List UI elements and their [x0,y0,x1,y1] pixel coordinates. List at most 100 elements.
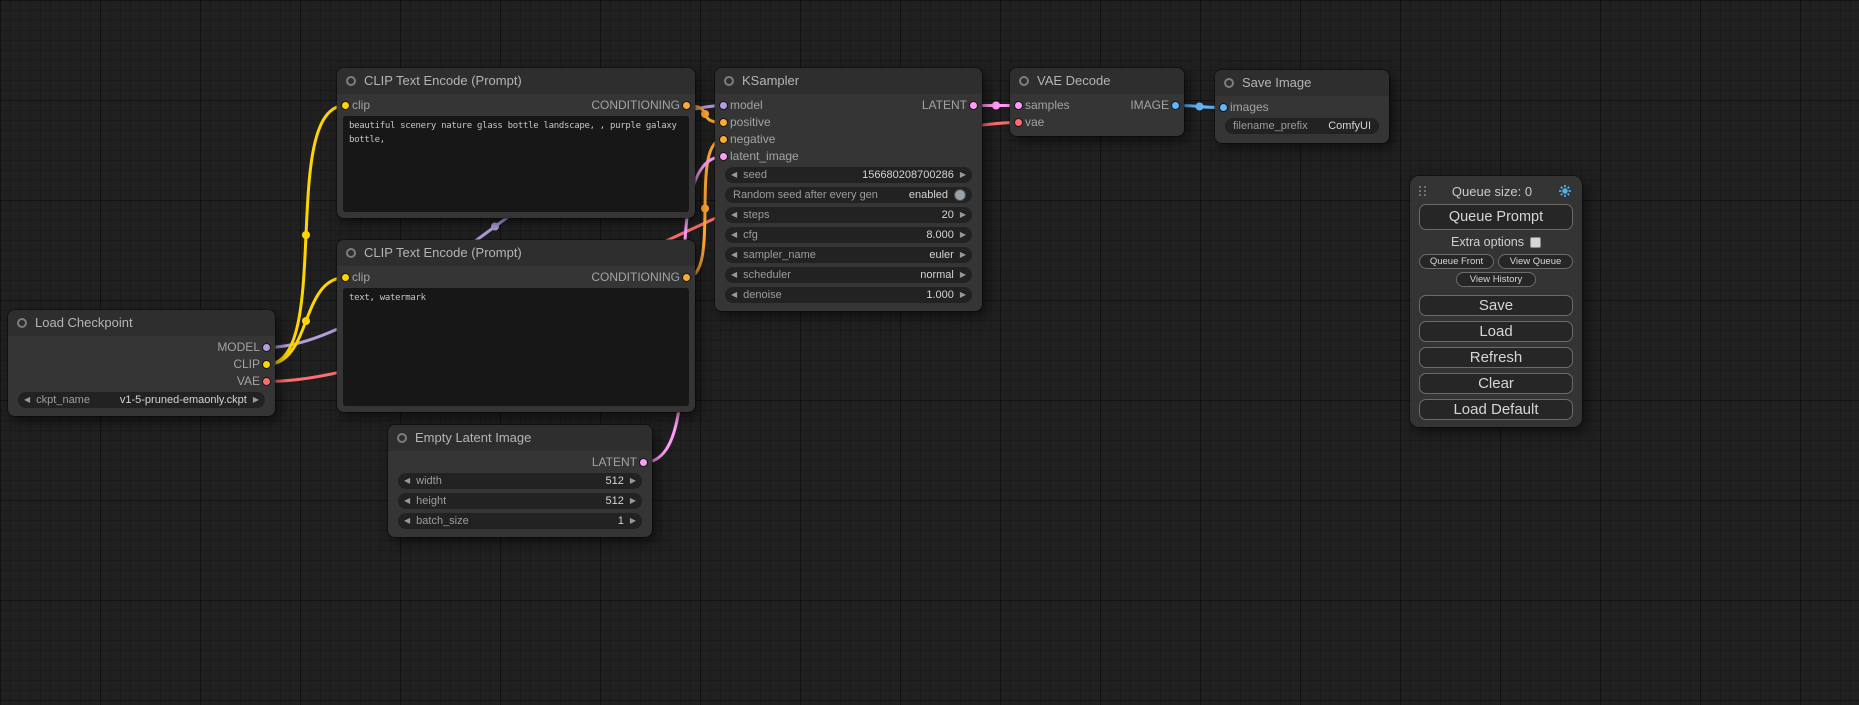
node-clip-text-encode-positive[interactable]: CLIP Text Encode (Prompt) clip CONDITION… [337,68,695,218]
output-dot-vae[interactable] [262,377,271,386]
arrow-left-icon[interactable]: ◀ [404,473,410,489]
output-dot-latent[interactable] [639,458,648,467]
output-slot-label: MODEL [217,339,260,356]
node-load-checkpoint[interactable]: Load Checkpoint MODEL CLIP VAE ◀ ckpt_na… [8,310,275,416]
settings-gear-icon[interactable] [1557,183,1573,199]
arrow-left-icon[interactable]: ◀ [731,287,737,303]
widget-height[interactable]: ◀ height 512 ▶ [398,493,642,509]
widget-label: batch_size [416,515,469,527]
node-title-bar: KSampler [715,68,982,94]
arrow-right-icon[interactable]: ▶ [630,473,636,489]
node-empty-latent-image[interactable]: Empty Latent Image LATENT ◀ width 512 ▶ … [388,425,652,537]
node-vae-decode[interactable]: VAE Decode samples IMAGE vae [1010,68,1184,136]
widget-sampler-name[interactable]: ◀ sampler_name euler ▶ [725,247,972,263]
input-dot-latent-image[interactable] [719,152,728,161]
node-ksampler[interactable]: KSampler model LATENT positive negative … [715,68,982,311]
arrow-left-icon[interactable]: ◀ [731,227,737,243]
node-title-bar: Load Checkpoint [8,310,275,336]
widget-denoise[interactable]: ◀ denoise 1.000 ▶ [725,287,972,303]
widget-scheduler[interactable]: ◀ scheduler normal ▶ [725,267,972,283]
widget-label: seed [743,169,767,181]
arrow-left-icon[interactable]: ◀ [731,247,737,263]
input-dot-clip[interactable] [341,273,350,282]
arrow-right-icon[interactable]: ▶ [960,287,966,303]
input-slot-label: latent_image [730,148,799,165]
input-dot-vae[interactable] [1014,118,1023,127]
input-dot-images[interactable] [1219,103,1228,112]
output-dot-clip[interactable] [262,360,271,369]
node-title-bar: Save Image [1215,70,1389,96]
widget-label: ckpt_name [36,394,90,406]
input-dot-positive[interactable] [719,118,728,127]
output-dot-conditioning[interactable] [682,101,691,110]
arrow-right-icon[interactable]: ▶ [960,267,966,283]
arrow-right-icon[interactable]: ▶ [630,513,636,529]
widget-batch-size[interactable]: ◀ batch_size 1 ▶ [398,513,642,529]
widget-list: ◀ width 512 ▶ ◀ height 512 ▶ ◀ batch_siz… [388,473,652,529]
widget-width[interactable]: ◀ width 512 ▶ [398,473,642,489]
arrow-right-icon[interactable]: ▶ [960,207,966,223]
output-slot-label: VAE [237,373,260,390]
refresh-button[interactable]: Refresh [1419,347,1573,368]
collapse-dot-icon[interactable] [346,76,356,86]
arrow-left-icon[interactable]: ◀ [404,493,410,509]
arrow-right-icon[interactable]: ▶ [960,227,966,243]
input-dot-negative[interactable] [719,135,728,144]
collapse-dot-icon[interactable] [724,76,734,86]
output-dot-conditioning[interactable] [682,273,691,282]
slot-row-samples-image: samples IMAGE [1010,97,1184,114]
input-slot-negative: negative [715,131,982,148]
input-dot-model[interactable] [719,101,728,110]
output-dot-model[interactable] [262,343,271,352]
widget-control-after-generate[interactable]: Random seed after every gen enabled [725,187,972,203]
toggle-dot-icon[interactable] [954,189,966,201]
widget-steps[interactable]: ◀ steps 20 ▶ [725,207,972,223]
input-slot-label: images [1230,99,1269,116]
arrow-right-icon[interactable]: ▶ [630,493,636,509]
queue-front-button[interactable]: Queue Front [1419,254,1494,269]
widget-filename-prefix[interactable]: filename_prefix ComfyUI [1225,118,1379,134]
collapse-dot-icon[interactable] [17,318,27,328]
arrow-right-icon[interactable]: ▶ [253,392,259,408]
node-clip-text-encode-negative[interactable]: CLIP Text Encode (Prompt) clip CONDITION… [337,240,695,412]
queue-prompt-button[interactable]: Queue Prompt [1419,204,1573,230]
collapse-dot-icon[interactable] [1224,78,1234,88]
widget-seed[interactable]: ◀ seed 156680208700286 ▶ [725,167,972,183]
arrow-right-icon[interactable]: ▶ [960,167,966,183]
save-button[interactable]: Save [1419,295,1573,316]
view-history-button[interactable]: View History [1456,272,1536,287]
widget-ckpt-name[interactable]: ◀ ckpt_name v1-5-pruned-emaonly.ckpt ▶ [18,392,265,408]
widget-value: 512 [605,475,623,487]
collapse-dot-icon[interactable] [346,248,356,258]
output-dot-latent[interactable] [969,101,978,110]
input-slot-images: images [1215,99,1389,116]
node-save-image[interactable]: Save Image images filename_prefix ComfyU… [1215,70,1389,143]
collapse-dot-icon[interactable] [397,433,407,443]
widget-value: 512 [605,495,623,507]
link-midpoint-dot-clip2 [302,317,310,325]
prompt-textarea[interactable]: beautiful scenery nature glass bottle la… [343,116,689,212]
extra-options-checkbox[interactable] [1530,237,1541,248]
arrow-left-icon[interactable]: ◀ [731,167,737,183]
view-queue-button[interactable]: View Queue [1498,254,1573,269]
load-button[interactable]: Load [1419,321,1573,342]
arrow-left-icon[interactable]: ◀ [24,392,30,408]
output-slot-label: IMAGE [1130,97,1169,114]
prompt-textarea[interactable]: text, watermark [343,288,689,406]
input-dot-samples[interactable] [1014,101,1023,110]
link-midpoint-dot-cond-positive [701,110,709,118]
widget-value: v1-5-pruned-emaonly.ckpt [120,394,247,406]
widget-label: steps [743,209,769,221]
collapse-dot-icon[interactable] [1019,76,1029,86]
drag-handle-icon[interactable] [1419,186,1427,196]
clear-button[interactable]: Clear [1419,373,1573,394]
widget-cfg[interactable]: ◀ cfg 8.000 ▶ [725,227,972,243]
arrow-left-icon[interactable]: ◀ [404,513,410,529]
output-dot-image[interactable] [1171,101,1180,110]
arrow-right-icon[interactable]: ▶ [960,247,966,263]
input-dot-clip[interactable] [341,101,350,110]
arrow-left-icon[interactable]: ◀ [731,207,737,223]
graph-canvas[interactable]: Load Checkpoint MODEL CLIP VAE ◀ ckpt_na… [0,0,1859,705]
load-default-button[interactable]: Load Default [1419,399,1573,420]
arrow-left-icon[interactable]: ◀ [731,267,737,283]
